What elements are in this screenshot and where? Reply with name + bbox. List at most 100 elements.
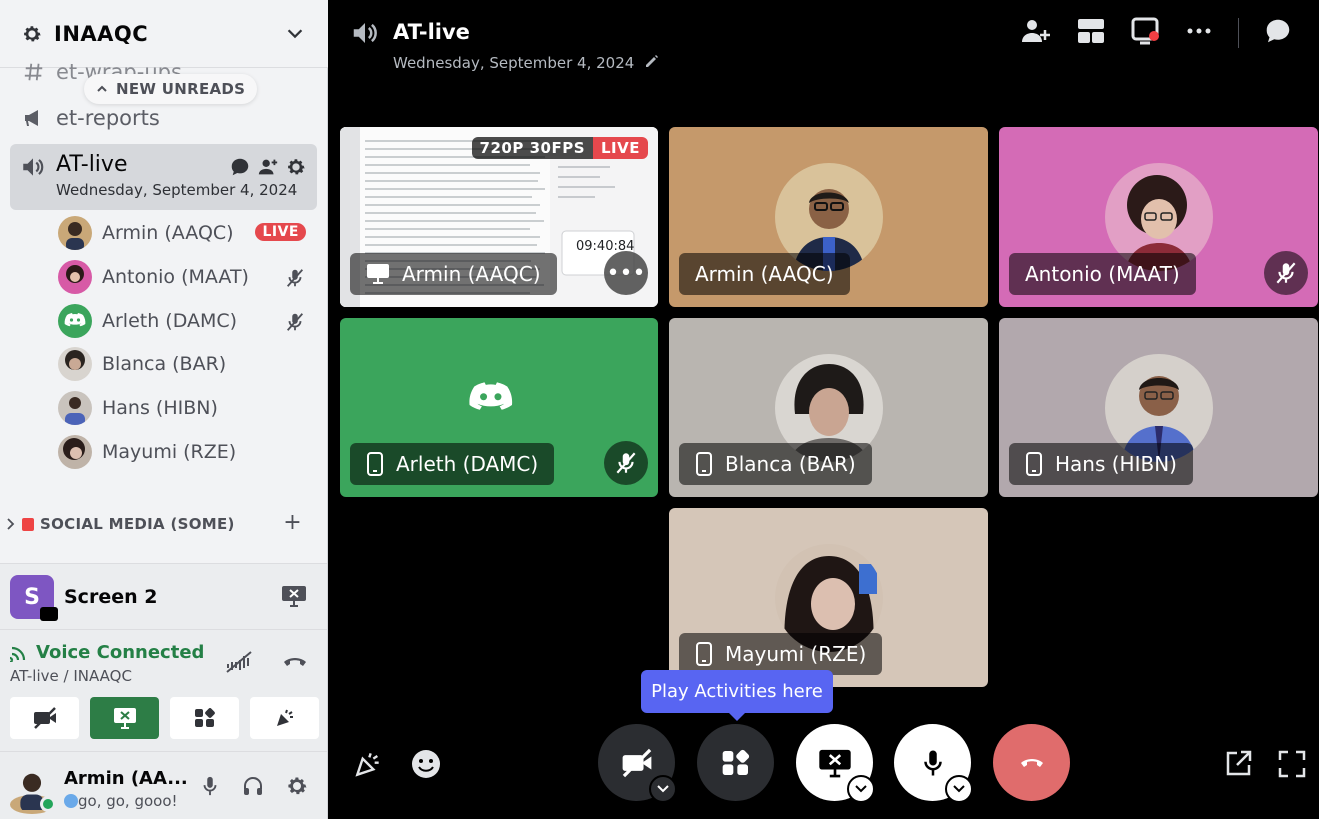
participant-tile-armin[interactable]: Armin (AAQC) [669, 127, 988, 307]
soundboard-button[interactable] [250, 697, 319, 739]
camera-toggle-button[interactable] [598, 724, 677, 803]
screen-share-button[interactable] [90, 697, 159, 739]
microphone-icon[interactable] [199, 774, 221, 802]
chevron-down-icon[interactable] [649, 775, 677, 803]
emoji-icon [22, 517, 34, 531]
activities-button[interactable] [170, 697, 239, 739]
screen-label: Screen 2 [64, 586, 158, 608]
voice-user-name: Antonio (MAAT) [102, 266, 249, 288]
voice-user-mayumi[interactable]: Mayumi (RZE) [58, 432, 316, 472]
noise-suppression-icon[interactable] [225, 650, 253, 678]
layout-grid-icon[interactable] [1076, 16, 1106, 50]
hang-up-icon [1020, 758, 1043, 767]
custom-status-text: go, go, gooo! [78, 792, 178, 810]
voice-user-blanca[interactable]: Blanca (BAR) [58, 344, 316, 384]
voice-user-arleth[interactable]: Arleth (DAMC) [58, 301, 316, 341]
add-member-icon[interactable] [257, 156, 279, 182]
voice-user-armin[interactable]: Armin (AAQC) LIVE [58, 213, 316, 253]
camera-off-icon [33, 707, 56, 729]
mic-muted-icon [604, 441, 648, 485]
disconnect-icon[interactable] [281, 650, 309, 678]
soundboard-icon [355, 752, 379, 777]
participant-tile-mayumi[interactable]: Mayumi (RZE) [669, 508, 988, 687]
fullscreen-button[interactable] [1272, 744, 1312, 784]
add-channel-icon[interactable]: + [283, 510, 302, 535]
chevron-up-icon [97, 85, 107, 92]
voice-user-hans[interactable]: Hans (HIBN) [58, 388, 316, 428]
edit-pencil-icon[interactable] [644, 53, 660, 73]
server-name: INAAQC [54, 21, 149, 46]
participant-tile-hans[interactable]: Hans (HIBN) [999, 318, 1318, 497]
call-title: AT-live [393, 20, 470, 44]
discord-logo-icon [469, 382, 513, 410]
user-avatar[interactable] [10, 766, 56, 814]
new-unreads-pill[interactable]: NEW UNREADS [84, 74, 258, 104]
stream-tile[interactable]: 09:40:84 720P 30FPS LIVE Armin (AAQC) ••… [340, 127, 658, 307]
voice-location: AT-live / INAAQC [10, 667, 132, 685]
server-header[interactable]: INAAQC [0, 0, 328, 68]
mobile-phone-icon [696, 452, 712, 476]
category-social-media[interactable]: SOCIAL MEDIA (SOME) + [6, 510, 316, 536]
participant-name: Armin (AAQC) [695, 262, 834, 286]
stream-badge: 720P 30FPS LIVE [471, 137, 648, 159]
chevron-down-icon[interactable] [284, 22, 306, 48]
participant-name: Blanca (BAR) [725, 452, 856, 476]
channel-label: et-reports [56, 106, 160, 130]
active-channel-date: Wednesday, September 4, 2024 [56, 181, 298, 199]
voice-user-antonio[interactable]: Antonio (MAAT) [58, 257, 316, 297]
popout-icon [1226, 750, 1252, 776]
activities-button[interactable] [697, 724, 774, 801]
username: Armin (AA... [64, 768, 188, 789]
voice-user-name: Mayumi (RZE) [102, 441, 237, 463]
stop-stream-icon[interactable] [281, 584, 307, 612]
avatar [58, 391, 92, 425]
channel-sidebar: INAAQC et-wrap-ups NEW UNREADS et-report… [0, 0, 328, 819]
participant-tile-blanca[interactable]: Blanca (BAR) [669, 318, 988, 497]
speaker-icon [20, 154, 46, 184]
participant-nametag: Blanca (BAR) [679, 443, 872, 485]
channel-et-reports[interactable]: et-reports [20, 106, 160, 130]
announcement-icon [20, 106, 48, 130]
stream-more-button[interactable]: ••• [604, 251, 648, 295]
live-badge: LIVE [255, 223, 306, 241]
mic-muted-icon [284, 311, 306, 337]
soundboard-icon [276, 709, 293, 726]
microphone-toggle-button[interactable] [894, 724, 973, 803]
participant-nametag: Mayumi (RZE) [679, 633, 883, 675]
stop-screen-share-icon [818, 749, 851, 777]
more-options-icon[interactable] [1184, 16, 1214, 50]
chat-icon[interactable] [229, 156, 251, 182]
chevron-down-icon[interactable] [945, 775, 973, 803]
soundboard-button[interactable] [348, 744, 388, 784]
screen-share-toggle-button[interactable] [796, 724, 875, 803]
active-voice-channel[interactable]: AT-live Wednesday, September 4, 2024 [10, 144, 317, 210]
camera-off-button[interactable] [10, 697, 79, 739]
participant-name: Armin (AAQC) [402, 262, 541, 286]
emoji-reaction-button[interactable] [406, 744, 446, 784]
avatar [58, 435, 92, 469]
divider [1238, 18, 1239, 48]
participant-nametag: Antonio (MAAT) [1009, 253, 1196, 295]
headphones-icon[interactable] [241, 774, 265, 802]
channel-settings-icon[interactable] [285, 156, 307, 182]
screen-avatar: S [10, 575, 58, 621]
speaker-icon [350, 18, 380, 52]
active-channel-name: AT-live [56, 152, 128, 177]
activities-tooltip: Play Activities here [641, 670, 833, 721]
hang-up-button[interactable] [993, 724, 1070, 801]
new-unreads-label: NEW UNREADS [116, 80, 246, 98]
participant-nametag: Armin (AAQC) [679, 253, 850, 295]
avatar [58, 260, 92, 294]
voice-call-view: AT-live Wednesday, September 4, 2024 09:… [328, 0, 1319, 819]
popout-button[interactable] [1218, 744, 1258, 784]
server-gear-icon [18, 20, 46, 48]
participant-tile-antonio[interactable]: Antonio (MAAT) [999, 127, 1318, 307]
voice-status-label: Voice Connected [36, 642, 205, 663]
popout-screen-icon[interactable] [1130, 16, 1160, 50]
user-settings-icon[interactable] [285, 774, 309, 802]
chat-icon[interactable] [1263, 16, 1293, 50]
chevron-down-icon[interactable] [847, 775, 875, 803]
invite-icon[interactable] [1020, 16, 1052, 50]
participant-tile-arleth[interactable]: Arleth (DAMC) [340, 318, 658, 497]
voice-connected-status[interactable]: Voice Connected [10, 642, 204, 663]
